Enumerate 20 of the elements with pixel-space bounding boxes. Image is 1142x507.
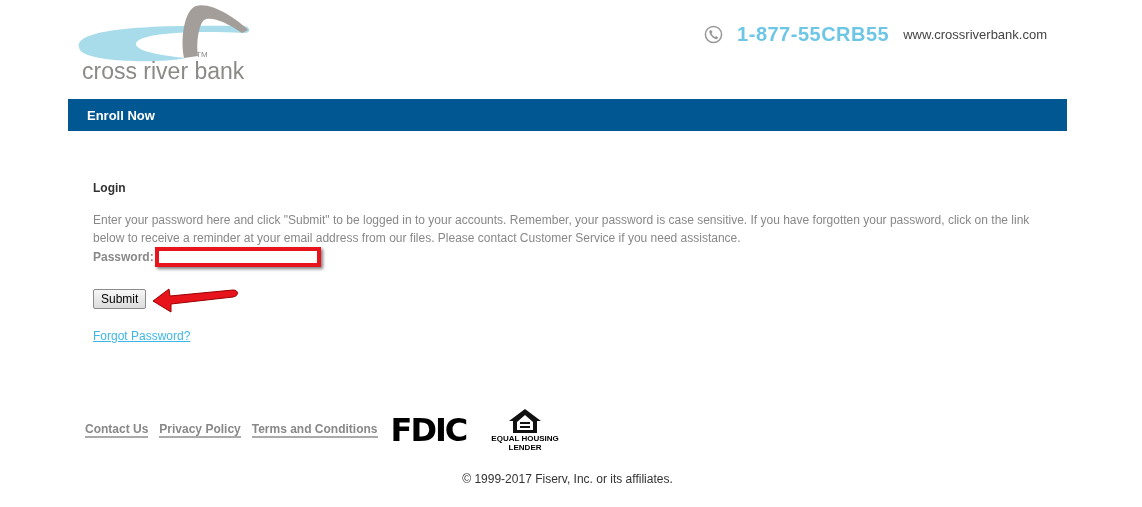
lender-caption: LENDER [508, 443, 542, 452]
logo-wordmark: cross river bank [82, 58, 246, 85]
phone-number: 1-877-55CRB55 [737, 22, 890, 46]
website-address: www.crossriverbank.com [903, 26, 1047, 42]
password-label: Password: [93, 250, 154, 264]
footer-link[interactable]: Privacy Policy [159, 422, 241, 438]
footer-link[interactable]: Terms and Conditions [251, 422, 378, 438]
fdic-logo: FDIC [390, 411, 467, 449]
footer-link[interactable]: Contact Us [85, 422, 149, 438]
trademark-mark: TM [196, 50, 208, 59]
password-field[interactable] [154, 247, 321, 267]
login-heading: Login [93, 181, 127, 195]
forgot-password-link[interactable]: Forgot Password? [93, 329, 191, 343]
instructions-text: Enter your password here and click "Submit" to be logged in to your accounts. Remember, your password is case sensitive. If you have forgotten your password, click on the link below to receive a reminder at your email address from our files. Please contact Customer Service if you need assistance. [93, 212, 1031, 247]
copyright-text: © 1999-2017 Fiserv, Inc. or its affiliates. [461, 472, 674, 486]
nav-bar-title[interactable]: Enroll Now [87, 107, 155, 123]
housing-caption: EQUAL HOUSING [491, 434, 559, 443]
submit-button[interactable]: Submit [93, 289, 147, 309]
phone-icon [704, 24, 724, 44]
house-icon [508, 408, 543, 434]
